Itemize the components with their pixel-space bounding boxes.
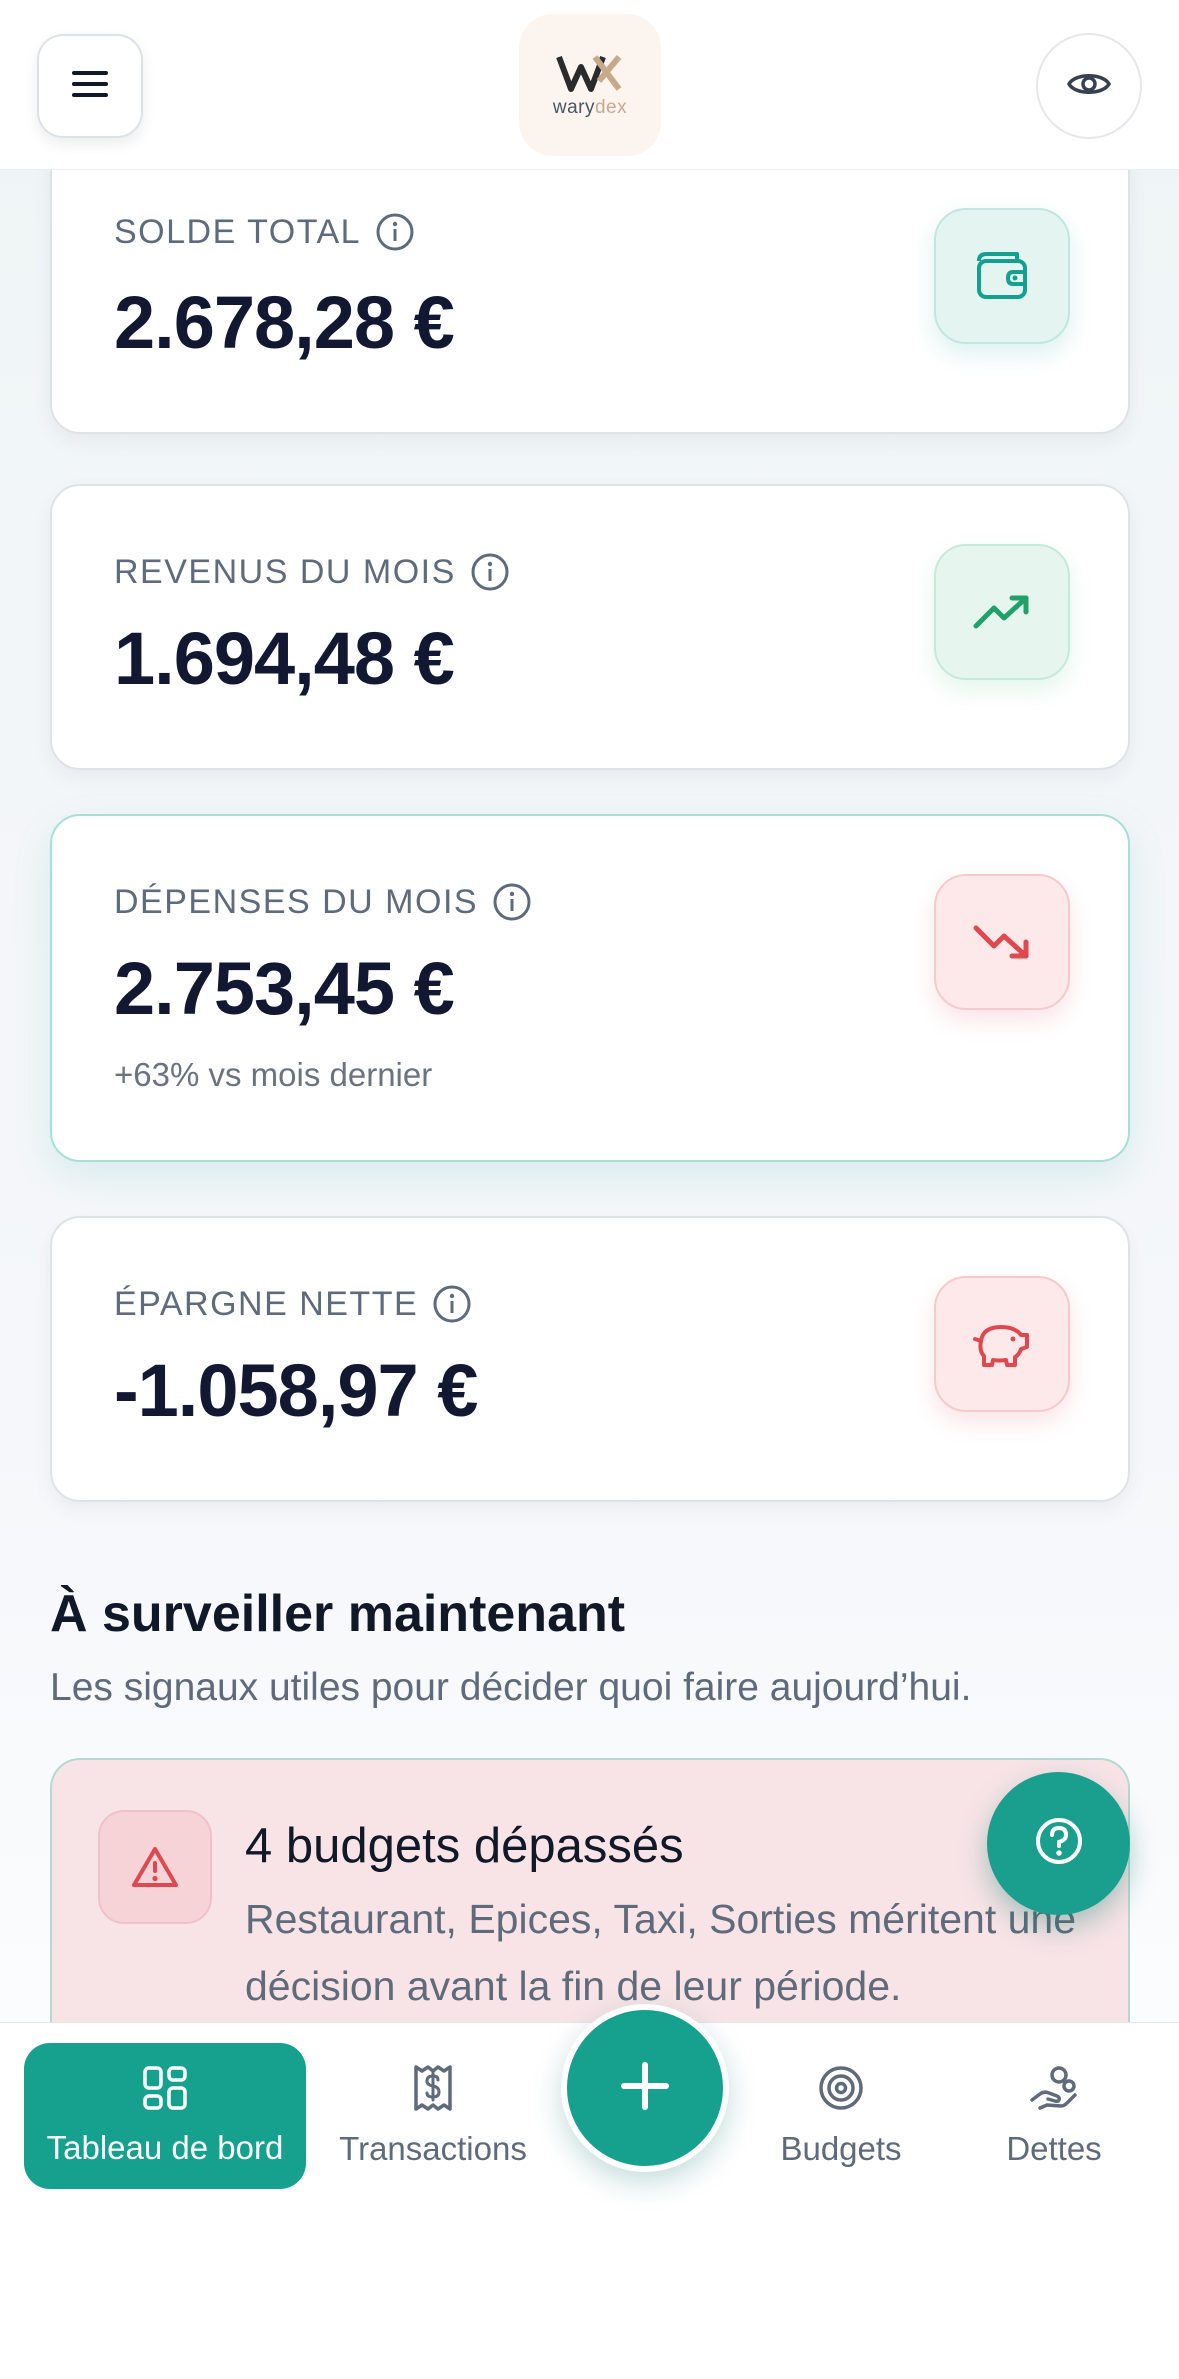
app-header: warydex	[0, 0, 1179, 170]
nav-label: Tableau de bord	[46, 2129, 284, 2166]
piggy-bank-icon	[934, 1276, 1070, 1412]
nav-item-debts[interactable]: Dettes	[966, 2043, 1142, 2189]
target-icon	[817, 2064, 865, 2120]
trending-up-icon	[934, 544, 1070, 680]
nav-item-transactions[interactable]: Transactions	[318, 2043, 548, 2189]
info-icon[interactable]	[470, 552, 510, 592]
monthly-income-card[interactable]: REVENUS DU MOIS 1.694,48 €	[50, 484, 1130, 770]
alert-title: 4 budgets dépassés	[245, 1819, 684, 1873]
monthly-expenses-card[interactable]: DÉPENSES DU MOIS 2.753,45 € +63% vs mois…	[50, 814, 1130, 1162]
nav-label: Budgets	[780, 2130, 902, 2167]
dashboard-icon	[142, 2065, 188, 2119]
hamburger-icon	[70, 69, 110, 104]
warning-icon	[98, 1810, 212, 1924]
section-title: À surveiller maintenant	[50, 1585, 626, 1643]
help-icon	[1034, 1816, 1084, 1871]
info-icon[interactable]	[375, 212, 415, 252]
section-subtitle: Les signaux utiles pour décider quoi fai…	[50, 1666, 972, 1709]
toggle-visibility-button[interactable]	[1036, 33, 1142, 139]
card-label: REVENUS DU MOIS	[114, 552, 510, 592]
info-icon[interactable]	[432, 1284, 472, 1324]
menu-button[interactable]	[37, 34, 143, 138]
card-value: 1.694,48 €	[114, 617, 455, 700]
hand-coins-icon	[1029, 2064, 1079, 2120]
app-logo[interactable]: warydex	[519, 14, 661, 156]
bottom-safe-area	[0, 2302, 1179, 2379]
card-value: -1.058,97 €	[114, 1349, 478, 1432]
nav-label: Transactions	[339, 2130, 527, 2167]
receipt-icon	[412, 2064, 454, 2120]
alert-text: Restaurant, Epices, Taxi, Sorties mérite…	[245, 1896, 1077, 2009]
card-value: 2.753,45 €	[114, 947, 455, 1030]
nav-item-budgets[interactable]: Budgets	[745, 2043, 937, 2189]
add-transaction-button[interactable]	[561, 2004, 729, 2172]
trending-down-icon	[934, 874, 1070, 1010]
budgets-exceeded-alert[interactable]: 4 budgets dépassés Restaurant, Epices, T…	[50, 1758, 1130, 2058]
card-comparison: +63% vs mois dernier	[114, 1056, 433, 1093]
info-icon[interactable]	[492, 882, 532, 922]
card-label: SOLDE TOTAL	[114, 212, 415, 252]
wallet-icon	[934, 208, 1070, 344]
logo-mark-icon	[556, 55, 622, 92]
nav-label: Dettes	[1006, 2130, 1102, 2167]
plus-icon	[617, 2058, 673, 2119]
card-label: DÉPENSES DU MOIS	[114, 882, 532, 922]
card-label: ÉPARGNE NETTE	[114, 1284, 472, 1324]
net-savings-card[interactable]: ÉPARGNE NETTE -1.058,97 €	[50, 1216, 1130, 1502]
nav-item-dashboard[interactable]: Tableau de bord	[24, 2043, 306, 2189]
eye-icon	[1067, 69, 1111, 104]
card-value: 2.678,28 €	[114, 281, 455, 364]
help-button[interactable]	[987, 1772, 1130, 1915]
logo-text: warydex	[552, 97, 628, 118]
